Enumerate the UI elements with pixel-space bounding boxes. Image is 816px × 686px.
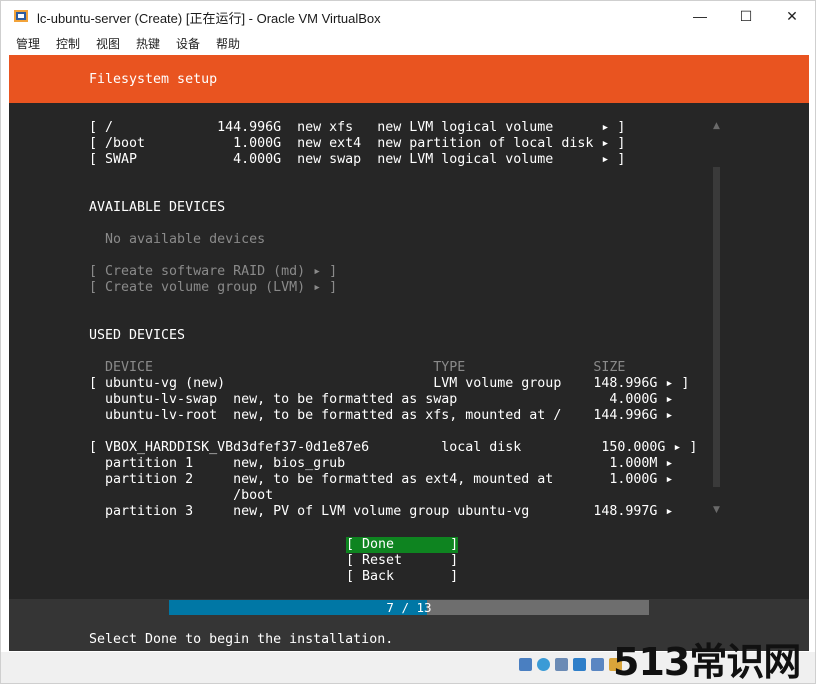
device-row-partition-2[interactable]: partition 2 new, to be formatted as ext4…	[89, 472, 673, 488]
watermark: 513常识网	[613, 640, 801, 684]
reset-button[interactable]: [ Reset ]	[346, 553, 458, 569]
summary-row-root[interactable]: [ / 144.996G new xfs new LVM logical vol…	[89, 120, 625, 136]
menu-control[interactable]: 控制	[56, 35, 80, 52]
device-row-harddisk[interactable]: [ VBOX_HARDDISK_VBd3dfef37-0d1e87e6 loca…	[89, 440, 697, 456]
device-row-partition-3[interactable]: partition 3 new, PV of LVM volume group …	[89, 504, 673, 520]
audio-icon[interactable]	[555, 658, 568, 671]
back-button[interactable]: [ Back ]	[346, 569, 458, 585]
no-available-devices: No available devices	[105, 232, 266, 247]
create-volume-group-action[interactable]: [ Create volume group (LVM) ▸ ]	[89, 280, 337, 296]
scrollbar[interactable]	[713, 167, 720, 487]
device-row-ubuntu-vg[interactable]: [ ubuntu-vg (new) LVM volume group 148.9…	[89, 376, 689, 392]
device-row-partition-2-mount: /boot	[89, 488, 274, 503]
network-icon[interactable]	[573, 658, 586, 671]
used-devices-heading: USED DEVICES	[89, 328, 186, 343]
vm-screen[interactable]: Filesystem setup [ / 144.996G new xfs ne…	[9, 55, 809, 651]
virtualbox-window: lc-ubuntu-server (Create) [正在运行] - Oracl…	[0, 0, 816, 684]
done-button[interactable]: [ Done ]	[346, 537, 458, 553]
close-button[interactable]: ✕	[769, 1, 815, 31]
summary-row-boot[interactable]: [ /boot 1.000G new ext4 new partition of…	[89, 136, 625, 152]
scroll-up-arrow-icon[interactable]: ▲	[713, 121, 720, 131]
minimize-button[interactable]: —	[677, 1, 723, 31]
header-title: Filesystem setup	[89, 72, 218, 87]
window-title: lc-ubuntu-server (Create) [正在运行] - Oracl…	[37, 11, 381, 26]
menu-hotkeys[interactable]: 热键	[136, 35, 160, 52]
menu-manage[interactable]: 管理	[16, 35, 40, 52]
summary-row-swap[interactable]: [ SWAP 4.000G new swap new LVM logical v…	[89, 152, 625, 168]
device-row-lv-swap[interactable]: ubuntu-lv-swap new, to be formatted as s…	[89, 392, 673, 408]
create-raid-action[interactable]: [ Create software RAID (md) ▸ ]	[89, 264, 337, 280]
optical-disk-icon[interactable]	[537, 658, 550, 671]
progress-label: 7 / 13	[386, 600, 432, 615]
menu-view[interactable]: 视图	[96, 35, 120, 52]
status-message: Select Done to begin the installation.	[89, 632, 394, 647]
installer-header: Filesystem setup	[9, 55, 809, 103]
usb-icon[interactable]	[591, 658, 604, 671]
hard-disk-icon[interactable]	[519, 658, 532, 671]
virtualbox-app-icon	[14, 10, 28, 22]
menu-help[interactable]: 帮助	[216, 35, 240, 52]
menu-bar: 管理 控制 视图 热键 设备 帮助	[1, 32, 815, 54]
device-row-lv-root[interactable]: ubuntu-lv-root new, to be formatted as x…	[89, 408, 673, 424]
scroll-down-arrow-icon[interactable]: ▼	[713, 505, 720, 515]
menu-devices[interactable]: 设备	[176, 35, 200, 52]
available-devices-heading: AVAILABLE DEVICES	[89, 200, 226, 215]
device-row-partition-1[interactable]: partition 1 new, bios_grub 1.000M ▸	[89, 456, 673, 472]
used-devices-column-header: DEVICE TYPE SIZE	[89, 360, 626, 375]
maximize-button[interactable]: ☐	[723, 1, 769, 31]
title-bar: lc-ubuntu-server (Create) [正在运行] - Oracl…	[1, 1, 815, 31]
